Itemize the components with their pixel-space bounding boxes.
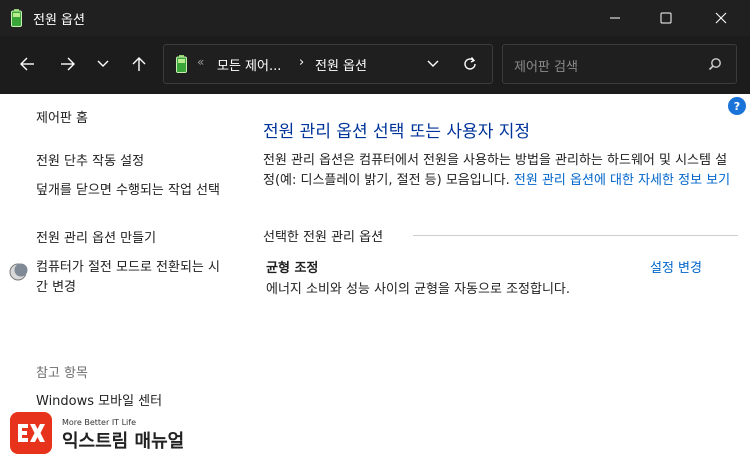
title-bar: 전원 옵션 bbox=[0, 0, 750, 36]
sidebar-link-sleep-time[interactable]: 컴퓨터가 절전 모드로 전환되는 시간 변경 bbox=[36, 258, 226, 298]
close-icon bbox=[715, 12, 727, 24]
control-panel-home-link[interactable]: 제어판 홈 bbox=[36, 109, 236, 129]
chevron-down-icon bbox=[427, 60, 439, 67]
plan-description: 에너지 소비와 성능 사이의 균형을 자동으로 조정합니다. bbox=[266, 282, 571, 297]
see-also-heading: 참고 항목 bbox=[36, 366, 88, 381]
search-icon[interactable] bbox=[708, 57, 722, 71]
minimize-icon bbox=[610, 17, 620, 19]
battery-icon bbox=[176, 55, 187, 73]
recent-locations-button[interactable] bbox=[89, 50, 117, 78]
maximize-icon bbox=[660, 12, 672, 24]
breadcrumb-all-control-panel[interactable]: 모든 제어... bbox=[217, 55, 281, 74]
watermark-name: 익스트림 매뉴얼 bbox=[62, 431, 185, 452]
change-plan-settings-link[interactable]: 설정 변경 bbox=[650, 257, 702, 276]
help-icon[interactable]: ? bbox=[728, 97, 746, 115]
breadcrumb-power-options[interactable]: 전원 옵션 bbox=[315, 55, 367, 74]
up-arrow-icon bbox=[132, 57, 146, 71]
breadcrumb-overflow[interactable]: « bbox=[197, 55, 204, 69]
recent-dropdown-icon bbox=[97, 60, 109, 67]
refresh-icon bbox=[464, 57, 476, 70]
sidebar-link-create-plan[interactable]: 전원 관리 옵션 만들기 bbox=[36, 229, 236, 249]
forward-arrow-icon bbox=[61, 57, 75, 71]
windows-mobility-center-link[interactable]: Windows 모바일 센터 bbox=[36, 392, 236, 412]
sidebar-link-power-buttons[interactable]: 전원 단추 작동 설정 bbox=[36, 152, 236, 172]
minimize-button[interactable] bbox=[592, 0, 638, 36]
window-title: 전원 옵션 bbox=[33, 13, 85, 28]
plan-name: 균형 조정 bbox=[266, 261, 319, 276]
back-arrow-icon bbox=[20, 57, 34, 71]
power-plan-info-link[interactable]: 전원 관리 옵션에 대한 자세한 정보 보기 bbox=[514, 173, 730, 188]
sleep-moon-icon bbox=[9, 263, 28, 281]
battery-icon bbox=[11, 9, 22, 27]
search-input[interactable]: 제어판 검색 bbox=[514, 56, 578, 75]
section-label: 선택한 전원 관리 옵션 bbox=[263, 230, 384, 245]
watermark-logo: More Better IT Life 익스트림 매뉴얼 bbox=[10, 412, 210, 462]
search-box[interactable]: 제어판 검색 bbox=[502, 44, 737, 84]
watermark-tagline: More Better IT Life bbox=[62, 418, 137, 427]
forward-button[interactable] bbox=[54, 50, 82, 78]
close-button[interactable] bbox=[698, 0, 744, 36]
refresh-button[interactable] bbox=[460, 54, 480, 74]
up-button[interactable] bbox=[125, 50, 153, 78]
maximize-button[interactable] bbox=[643, 0, 689, 36]
address-bar[interactable]: « 모든 제어... › 전원 옵션 bbox=[163, 44, 493, 84]
back-button[interactable] bbox=[13, 50, 41, 78]
page-title: 전원 관리 옵션 선택 또는 사용자 지정 bbox=[263, 122, 531, 142]
section-divider bbox=[413, 235, 738, 236]
sidebar-link-lid-close[interactable]: 덮개를 닫으면 수행되는 작업 선택 bbox=[36, 181, 231, 201]
description: 전원 관리 옵션은 컴퓨터에서 전원을 사용하는 방법을 관리하는 하드웨어 및… bbox=[263, 151, 738, 191]
address-history-button[interactable] bbox=[423, 54, 443, 74]
breadcrumb-separator[interactable]: › bbox=[299, 55, 304, 70]
logo-mark-icon bbox=[10, 412, 52, 454]
